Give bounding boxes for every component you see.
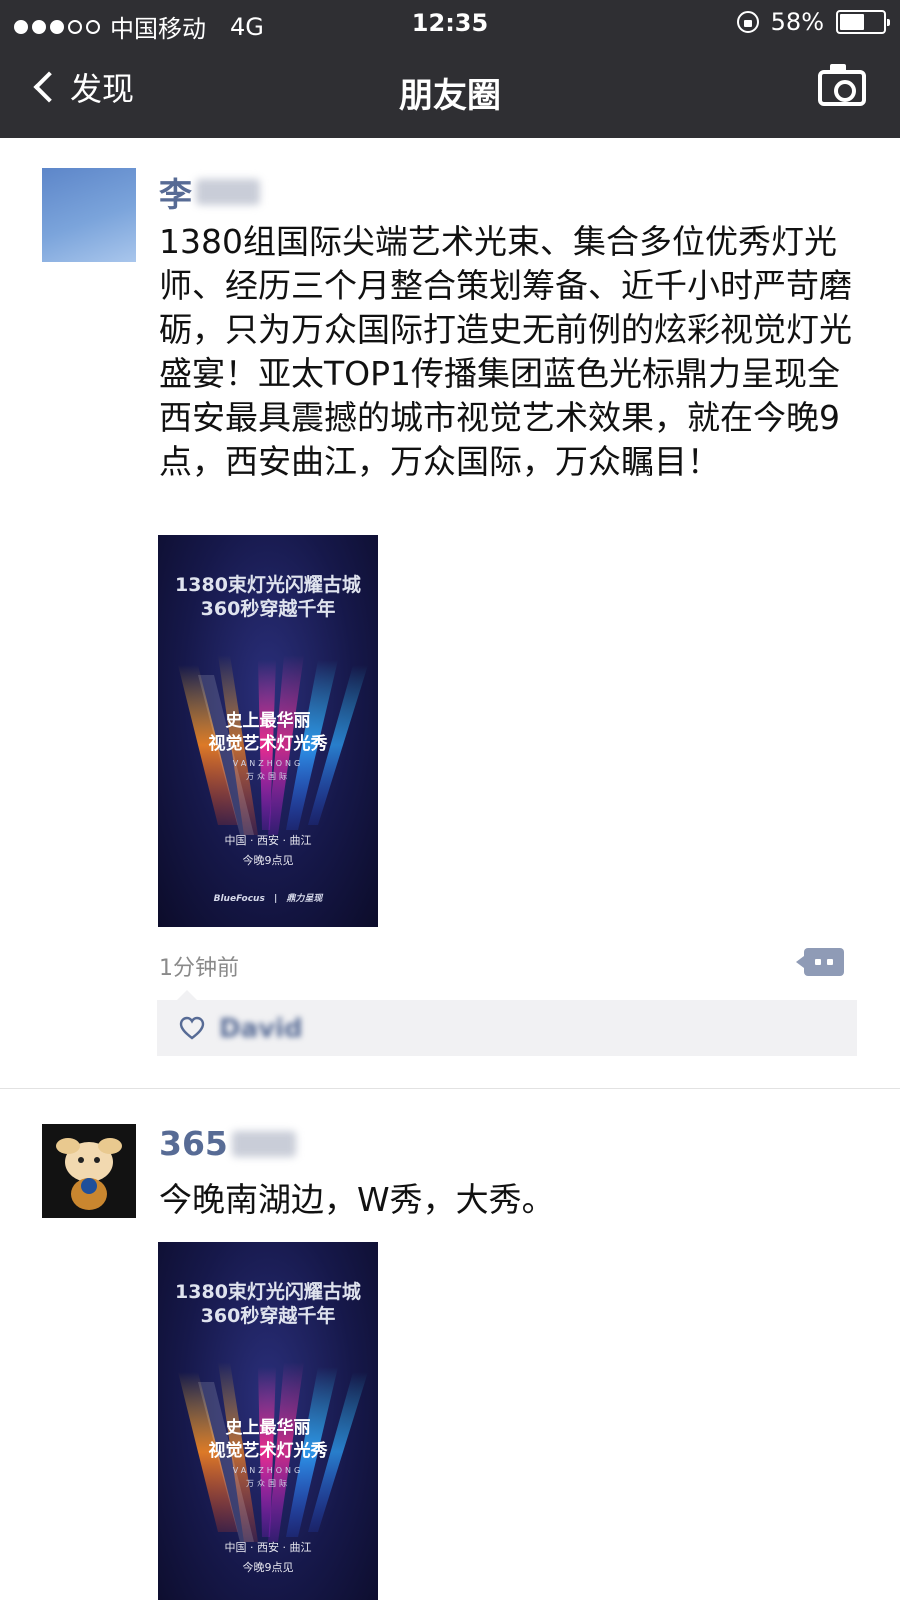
poster-location: 中国 · 西安 · 曲江 (224, 1541, 312, 1554)
blurred-name (231, 1130, 296, 1157)
post-image[interactable]: 1380束灯光闪耀古城 360秒穿越千年 史上最华丽 视觉艺术灯光秀 VANZH… (158, 1242, 378, 1600)
poster-mid-line1: 史上最华丽 (225, 1418, 311, 1438)
poster-mid-line2: 视觉艺术灯光秀 (208, 1441, 328, 1461)
author-name[interactable]: 365 (159, 1124, 296, 1163)
author-name-text: 365 (159, 1124, 228, 1163)
avatar[interactable] (42, 1124, 136, 1218)
post-text: 今晚南湖边，W秀，大秀。 (159, 1180, 555, 1219)
moment-post: 365 今晚南湖边，W秀，大秀。 1380束灯光闪耀古城 360秒穿越千年 史上… (0, 0, 900, 1600)
poster-showtime: 今晚9点见 (242, 1561, 294, 1574)
poster-brand-cn: 万众国际 (246, 1479, 290, 1488)
cartoon-avatar-image (42, 1124, 136, 1218)
poster-brand-en: VANZHONG (232, 1466, 304, 1475)
